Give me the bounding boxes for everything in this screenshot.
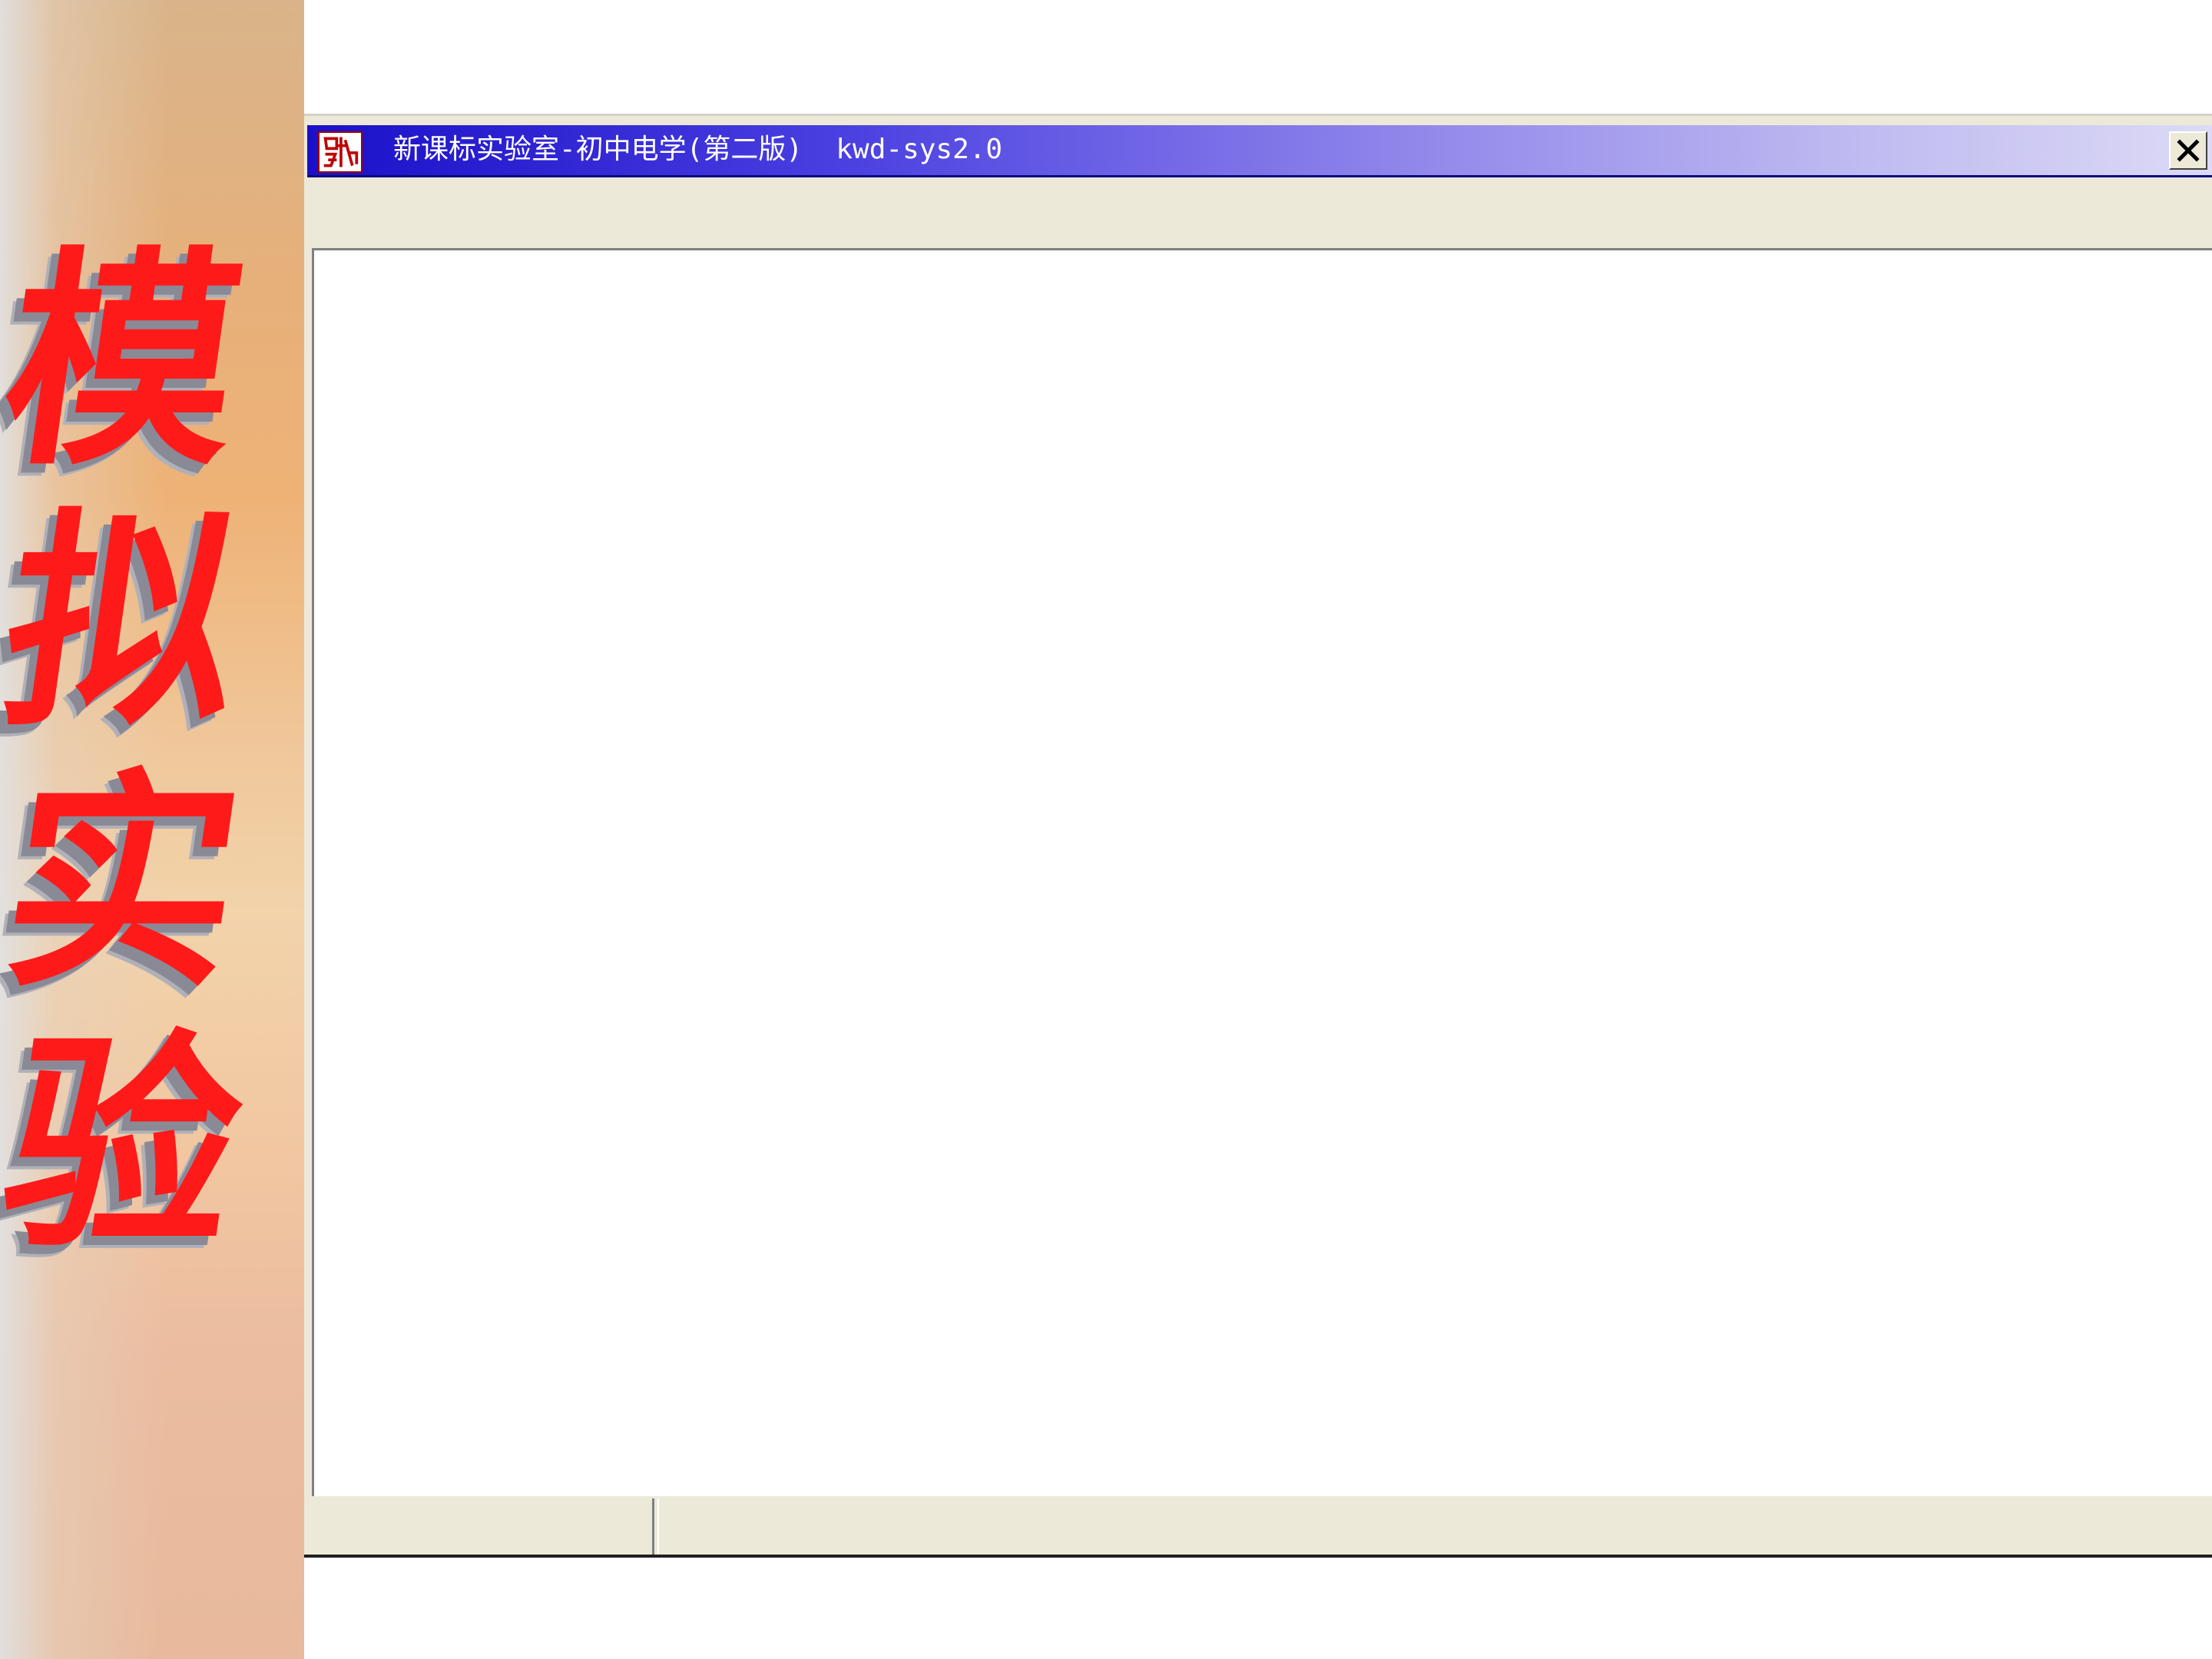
toolbar-area (304, 180, 2212, 237)
app-logo-icon[interactable] (318, 131, 363, 173)
experiment-workspace[interactable] (312, 248, 2212, 1496)
app-window: 新课标实验室-初中电学(第二版) kwd-sys2.0 (304, 114, 2212, 1558)
slide-title-char-4: 验 (0, 1008, 257, 1280)
title-bar[interactable]: 新课标实验室-初中电学(第二版) kwd-sys2.0 (307, 125, 2212, 177)
status-pane-right (657, 1498, 2212, 1555)
window-title: 新课标实验室-初中电学(第二版) kwd-sys2.0 (393, 134, 1003, 165)
slide-title-char-3: 实 (0, 747, 257, 1018)
close-icon (2177, 139, 2200, 162)
close-button[interactable] (2169, 131, 2207, 170)
slide-vertical-title: 模 拟 实 验 (0, 225, 257, 1280)
slide-title-char-1: 模 (0, 225, 257, 496)
status-bar (304, 1498, 2212, 1558)
slide-side-band: 模 拟 实 验 (0, 0, 304, 1659)
slide-title-char-2: 拟 (0, 486, 257, 757)
status-pane-left (304, 1498, 654, 1555)
